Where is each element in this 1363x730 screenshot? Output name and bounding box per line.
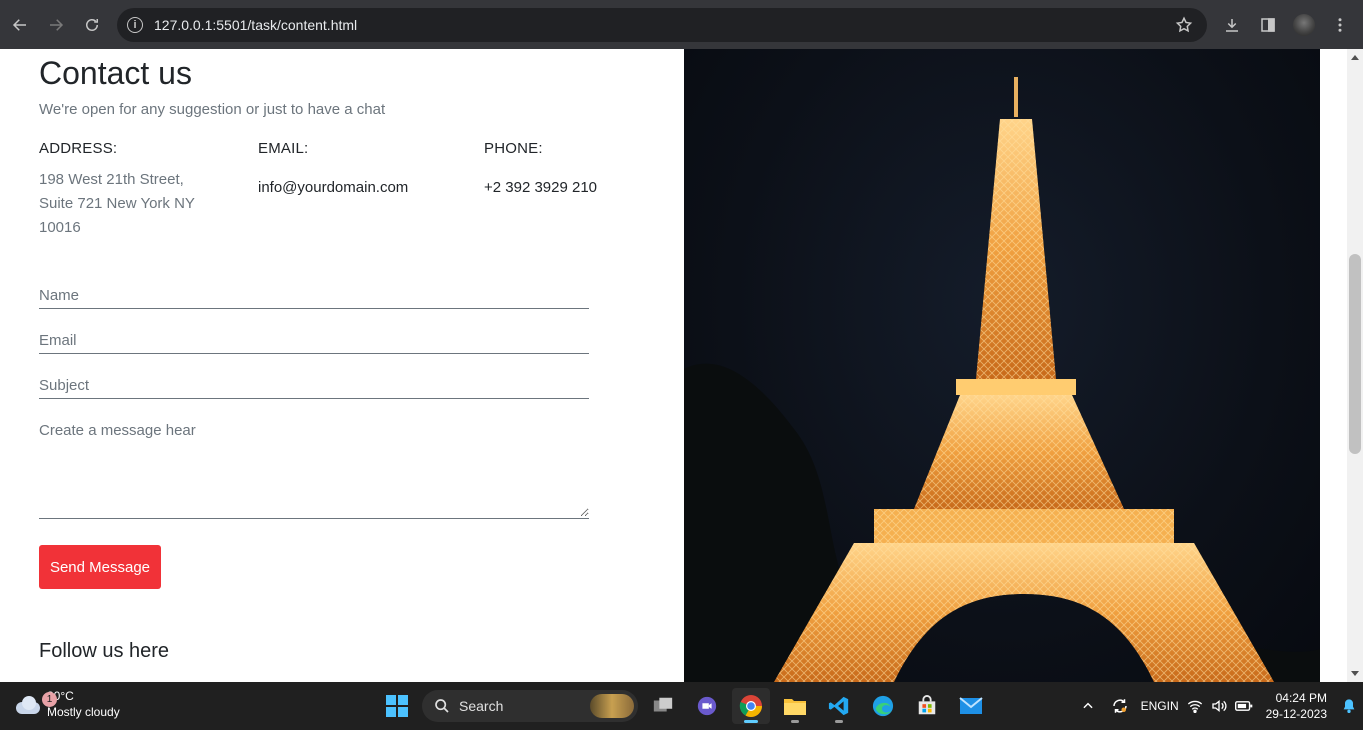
- message-field-wrapper: [39, 422, 589, 519]
- address-bar[interactable]: i 127.0.0.1:5501/task/content.html: [117, 8, 1207, 42]
- clock-time: 04:24 PM: [1275, 691, 1327, 705]
- taskbar-search[interactable]: Search: [422, 690, 638, 722]
- download-icon[interactable]: [1217, 7, 1247, 43]
- notification-badge: 1: [42, 692, 57, 707]
- mail-icon[interactable]: [952, 688, 990, 724]
- eiffel-tower-photo: [684, 49, 1320, 682]
- page-subtitle: We're open for any suggestion or just to…: [39, 101, 386, 118]
- windows-taskbar: 1 30°C Mostly cloudy Search ENG IN 04:24…: [0, 682, 1363, 730]
- side-panel-icon[interactable]: [1253, 7, 1283, 43]
- forward-icon[interactable]: [38, 7, 74, 43]
- name-input[interactable]: [39, 287, 589, 304]
- bookmark-star-icon[interactable]: [1175, 16, 1193, 34]
- system-clock[interactable]: 04:24 PM 29-12-2023: [1266, 690, 1327, 722]
- scroll-down-arrow-icon[interactable]: [1351, 671, 1359, 676]
- microsoft-store-icon[interactable]: [908, 688, 946, 724]
- address-value: 198 West 21th Street, Suite 721 New York…: [39, 171, 195, 236]
- vscode-icon[interactable]: [820, 688, 858, 724]
- language-indicator[interactable]: ENG IN: [1138, 698, 1182, 714]
- chat-icon[interactable]: [688, 688, 726, 724]
- browser-toolbar: i 127.0.0.1:5501/task/content.html: [0, 0, 1363, 49]
- name-field-wrapper: [39, 287, 589, 309]
- subject-field-wrapper: [39, 377, 589, 399]
- phone-value: +2 392 3929 210: [484, 179, 598, 196]
- edge-icon[interactable]: [864, 688, 902, 724]
- chrome-icon[interactable]: [732, 688, 770, 724]
- back-icon[interactable]: [2, 7, 38, 43]
- sync-icon[interactable]: [1102, 697, 1138, 715]
- search-highlight-image: [590, 694, 634, 718]
- notification-bell-icon[interactable]: [1335, 698, 1363, 714]
- file-explorer-icon[interactable]: [776, 688, 814, 724]
- follow-heading: Follow us here: [39, 640, 170, 662]
- url-text[interactable]: 127.0.0.1:5501/task/content.html: [154, 17, 357, 33]
- language-code: ENG: [1140, 699, 1167, 713]
- email-input[interactable]: [39, 332, 589, 349]
- search-icon: [435, 699, 449, 713]
- message-textarea[interactable]: [39, 422, 589, 517]
- windows-logo-icon: [386, 695, 408, 717]
- page-title: Contact us: [39, 55, 192, 91]
- scroll-up-arrow-icon[interactable]: [1351, 55, 1359, 60]
- clock-date: 29-12-2023: [1265, 707, 1327, 721]
- contact-section: Contact us We're open for any suggestion…: [0, 49, 684, 682]
- email-block: EMAIL: info@yourdomain.com: [258, 140, 408, 200]
- start-button[interactable]: [378, 688, 416, 724]
- scroll-thumb[interactable]: [1349, 254, 1361, 454]
- site-info-icon[interactable]: i: [127, 17, 143, 33]
- menu-icon[interactable]: [1325, 7, 1355, 43]
- profile-avatar[interactable]: [1289, 7, 1319, 43]
- address-block: ADDRESS: 198 West 21th Street, Suite 721…: [39, 140, 219, 240]
- page-scrollbar[interactable]: [1347, 49, 1363, 682]
- weather-description: Mostly cloudy: [47, 705, 120, 719]
- phone-label: PHONE:: [484, 140, 543, 157]
- show-hidden-icons-chevron-icon[interactable]: [1074, 699, 1102, 713]
- email-value: info@yourdomain.com: [258, 179, 409, 196]
- weather-widget[interactable]: 1 30°C Mostly cloudy: [14, 688, 120, 720]
- cloud-icon: [14, 694, 42, 714]
- page-content: Contact us We're open for any suggestion…: [0, 49, 1347, 682]
- subject-input[interactable]: [39, 377, 589, 394]
- task-view-icon[interactable]: [644, 688, 682, 724]
- phone-block: PHONE: +2 392 3929 210: [484, 140, 597, 200]
- send-message-button[interactable]: Send Message: [39, 545, 161, 589]
- search-label: Search: [459, 698, 504, 714]
- reload-icon[interactable]: [74, 7, 110, 43]
- battery-icon[interactable]: [1230, 700, 1258, 712]
- eiffel-tower-illustration: [684, 77, 1320, 682]
- email-label: EMAIL:: [258, 140, 309, 157]
- temperature: 30°C: [47, 689, 74, 703]
- wifi-icon[interactable]: [1182, 699, 1208, 713]
- region-code: IN: [1166, 699, 1179, 713]
- volume-icon[interactable]: [1208, 699, 1230, 713]
- email-field-wrapper: [39, 332, 589, 354]
- address-label: ADDRESS:: [39, 140, 118, 157]
